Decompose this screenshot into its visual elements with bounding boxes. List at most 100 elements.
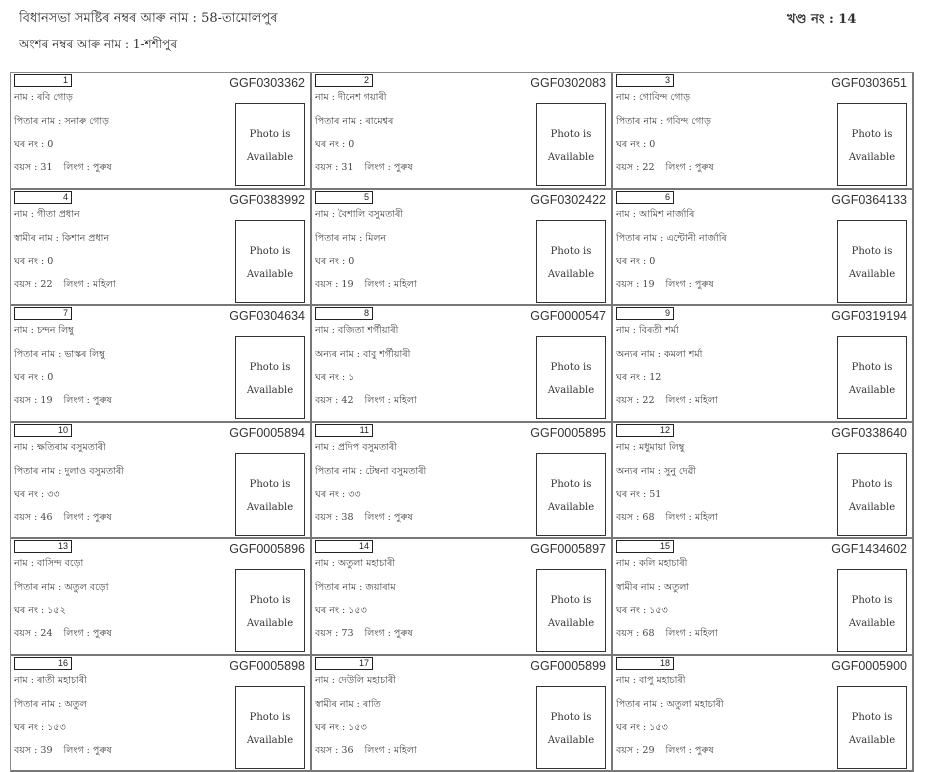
house-number: ঘৰ নং : 0: [315, 255, 354, 270]
relation-name: পিতাৰ নাম : ভাস্কৰ লিম্বু: [14, 348, 105, 363]
house-number: ঘৰ নং : 0: [14, 371, 53, 386]
gender-label: লিংগ :: [365, 512, 391, 523]
gender-label: লিংগ :: [666, 395, 692, 406]
house-number: ঘৰ নং : ১৫৩: [14, 721, 66, 736]
assembly-header: বিধানসভা সমষ্টিৰ নম্বৰ আৰু নাম : 58-তামো…: [19, 9, 278, 30]
age-label: বয়স :: [315, 162, 338, 173]
serial-number: 4: [14, 191, 72, 204]
house-label: ঘৰ নং :: [315, 256, 345, 267]
age-label: বয়স :: [14, 162, 37, 173]
voter-name: নাম : বিৰতী শৰ্মা: [616, 324, 679, 339]
photo-placeholder: Photo is Available: [235, 569, 305, 652]
photo-text-line2: Available: [537, 152, 605, 163]
voter-card: 8 GGF0000547 নাম : বজিতা শৰ্গীয়াৰী অন্য…: [312, 306, 613, 423]
gender-label: লিংগ :: [64, 395, 90, 406]
house-number: ঘৰ নং : ৩৩: [315, 488, 361, 503]
gender-label: লিংগ :: [666, 279, 692, 290]
voter-card: 5 GGF0302422 নাম : বৈশালি বসুমতাৰী পিতাৰ…: [312, 190, 613, 307]
age-gender: বয়স : 36 লিংগ : মহিলা: [315, 744, 417, 759]
part-number: খণ্ড নং : 14: [787, 10, 856, 31]
epic-number: GGF0364133: [831, 193, 907, 207]
voter-card: 11 GGF0005895 নাম : প্ৰদিপ বসুমতাৰী পিতা…: [312, 423, 613, 540]
voter-card: 7 GGF0304634 নাম : চন্দন লিম্বু পিতাৰ না…: [11, 306, 312, 423]
house-label: ঘৰ নং :: [315, 372, 345, 383]
gender-label: লিংগ :: [64, 628, 90, 639]
relation-name: পিতাৰ নাম : গবিন্দ গোড়: [616, 115, 711, 130]
house-number: ঘৰ নং : 0: [14, 138, 53, 153]
photo-text-line2: Available: [838, 385, 906, 396]
voter-name: নাম : ৰাতী মহাচাৰী: [14, 674, 87, 689]
age-gender: বয়স : 29 লিংগ : পুৰুষ: [616, 744, 714, 759]
photo-placeholder: Photo is Available: [536, 686, 606, 769]
relation-name: পিতাৰ নাম : অতুল: [14, 698, 87, 713]
house-label: ঘৰ নং :: [616, 605, 646, 616]
photo-text-line2: Available: [236, 152, 304, 163]
voter-name: নাম : চন্দন লিম্বু: [14, 324, 74, 339]
serial-number: 13: [14, 540, 72, 553]
gender-label: লিংগ :: [666, 162, 692, 173]
age-value: 68: [642, 512, 654, 523]
house-number: ঘৰ নং : 0: [315, 138, 354, 153]
voter-name: নাম : অতুলা মহাচাৰী: [315, 557, 395, 572]
voter-card: 9 GGF0319194 নাম : বিৰতী শৰ্মা অন্যৰ নাম…: [613, 306, 914, 423]
gender-value: পুৰুষ: [394, 162, 413, 173]
relation-name: পিতাৰ নাম : টেম্বনা বসুমতাৰী: [315, 465, 426, 480]
house-label: ঘৰ নং :: [14, 489, 44, 500]
voter-name: নাম : বজিতা শৰ্গীয়াৰী: [315, 324, 398, 339]
age-label: বয়স :: [315, 628, 338, 639]
serial-number: 6: [616, 191, 674, 204]
serial-number: 18: [616, 657, 674, 670]
age-gender: বয়স : 68 লিংগ : মহিলা: [616, 511, 718, 526]
house-number: ঘৰ নং : 51: [616, 488, 661, 503]
age-label: বয়স :: [14, 745, 37, 756]
house-value: 0: [348, 256, 354, 267]
age-label: বয়স :: [315, 279, 338, 290]
age-value: 24: [40, 628, 52, 639]
age-value: 22: [40, 279, 52, 290]
photo-text-line1: Photo is: [838, 362, 906, 373]
gender-label: লিংগ :: [64, 745, 90, 756]
house-number: ঘৰ নং : ১৫৩: [616, 721, 668, 736]
age-gender: বয়স : 22 লিংগ : মহিলা: [616, 394, 718, 409]
house-value: 0: [649, 256, 655, 267]
gender-value: পুৰুষ: [394, 628, 413, 639]
gender-value: মহিলা: [695, 395, 718, 406]
house-value: 0: [47, 256, 53, 267]
serial-number: 11: [315, 424, 373, 437]
house-value: 0: [348, 139, 354, 150]
age-label: বয়স :: [616, 512, 639, 523]
house-number: ঘৰ নং : 0: [616, 255, 655, 270]
gender-value: পুৰুষ: [93, 628, 112, 639]
house-label: ঘৰ নং :: [14, 722, 44, 733]
gender-value: পুৰুষ: [394, 512, 413, 523]
photo-text-line1: Photo is: [537, 246, 605, 257]
relation-name: স্বামীৰ নাম : অতুলা: [616, 581, 689, 596]
voter-card: 3 GGF0303651 নাম : গোবিন্দ গোড় পিতাৰ না…: [613, 73, 914, 190]
photo-placeholder: Photo is Available: [536, 220, 606, 303]
photo-text-line2: Available: [838, 152, 906, 163]
serial-number: 17: [315, 657, 373, 670]
age-value: 68: [642, 628, 654, 639]
voter-name: নাম : ক্ষতিৰাম বসুমতাৰী: [14, 441, 106, 456]
age-gender: বয়স : 31 লিংগ : পুৰুষ: [14, 161, 112, 176]
serial-number: 14: [315, 540, 373, 553]
photo-text-line1: Photo is: [236, 246, 304, 257]
age-label: বয়স :: [616, 745, 639, 756]
house-value: 12: [649, 372, 661, 383]
photo-placeholder: Photo is Available: [536, 569, 606, 652]
house-label: ঘৰ নং :: [616, 256, 646, 267]
serial-number: 16: [14, 657, 72, 670]
age-value: 42: [341, 395, 353, 406]
epic-number: GGF0005896: [229, 542, 305, 556]
epic-number: GGF0338640: [831, 426, 907, 440]
photo-text-line1: Photo is: [537, 595, 605, 606]
gender-value: মহিলা: [394, 395, 417, 406]
age-label: বয়স :: [616, 628, 639, 639]
photo-text-line1: Photo is: [838, 595, 906, 606]
epic-number: GGF0005899: [530, 659, 606, 673]
age-gender: বয়স : 42 লিংগ : মহিলা: [315, 394, 417, 409]
photo-placeholder: Photo is Available: [837, 569, 907, 652]
gender-value: পুৰুষ: [695, 745, 714, 756]
photo-placeholder: Photo is Available: [837, 453, 907, 536]
age-label: বয়স :: [315, 512, 338, 523]
